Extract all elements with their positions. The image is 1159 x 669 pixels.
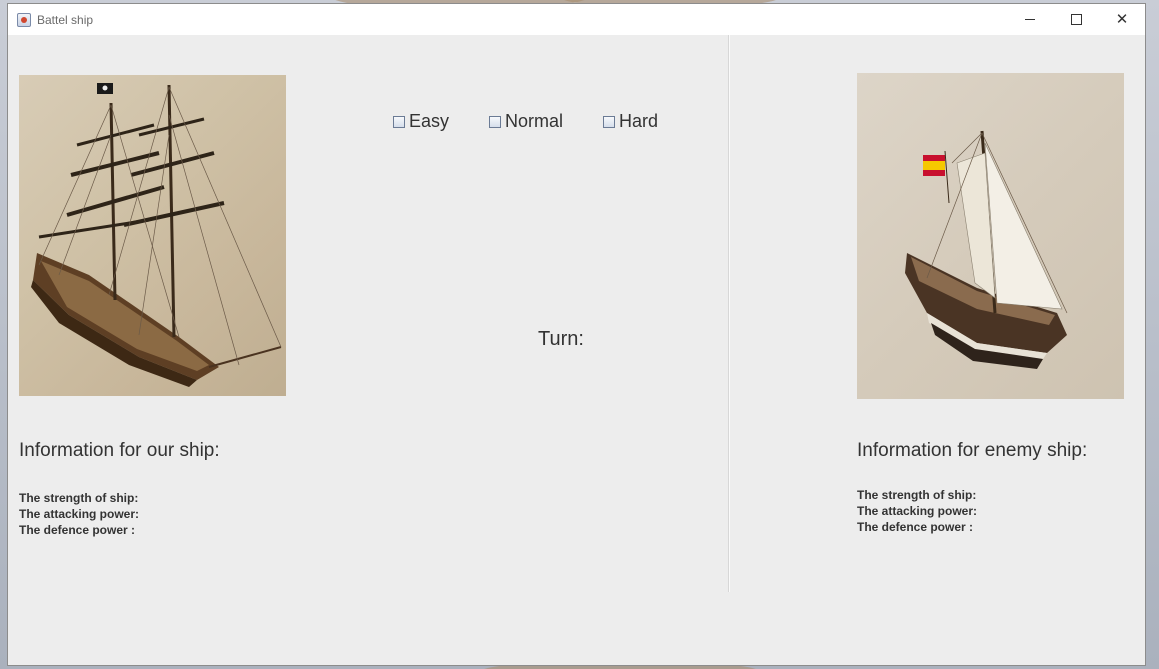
enemy-attack-label: The attacking power: — [857, 504, 978, 518]
maximize-button[interactable] — [1053, 4, 1099, 35]
title-bar[interactable]: Battel ship ✕ — [8, 4, 1145, 35]
turn-label: Turn: — [538, 328, 584, 350]
hard-checkbox[interactable] — [603, 115, 615, 128]
difficulty-normal-option[interactable]: Normal — [489, 111, 563, 132]
our-ship-stats: The strength of ship: The attacking powe… — [19, 490, 139, 538]
our-strength-label: The strength of ship: — [19, 491, 139, 505]
hard-label[interactable]: Hard — [619, 111, 658, 132]
enemy-defence-label: The defence power : — [857, 520, 974, 534]
easy-label[interactable]: Easy — [409, 111, 449, 132]
our-attack-label: The attacking power: — [19, 507, 140, 521]
enemy-ship-stats: The strength of ship: The attacking powe… — [857, 487, 977, 535]
enemy-strength-label: The strength of ship: — [857, 488, 977, 502]
java-app-icon — [17, 12, 31, 27]
our-defence-label: The defence power : — [19, 523, 136, 537]
normal-label[interactable]: Normal — [505, 111, 563, 132]
easy-checkbox[interactable] — [393, 115, 405, 128]
window-title: Battel ship — [37, 12, 94, 27]
enemy-ship-image — [857, 73, 1124, 399]
normal-checkbox[interactable] — [489, 115, 501, 128]
our-ship-info-title: Information for our ship: — [19, 440, 220, 461]
maximize-icon — [1070, 14, 1082, 25]
close-icon: ✕ — [1115, 10, 1129, 28]
main-panel: Easy Normal Hard Turn: Information for o… — [8, 35, 1145, 665]
enemy-ship-info-title: Information for enemy ship: — [857, 440, 1088, 461]
difficulty-easy-option[interactable]: Easy — [393, 111, 449, 132]
minimize-icon — [1025, 19, 1035, 20]
panel-divider — [728, 35, 730, 592]
difficulty-hard-option[interactable]: Hard — [603, 111, 658, 132]
app-window: Battel ship ✕ Easy Normal Hard Turn: Inf… — [7, 3, 1146, 666]
minimize-button[interactable] — [1007, 4, 1053, 35]
our-ship-image — [19, 75, 286, 396]
close-button[interactable]: ✕ — [1099, 4, 1145, 35]
